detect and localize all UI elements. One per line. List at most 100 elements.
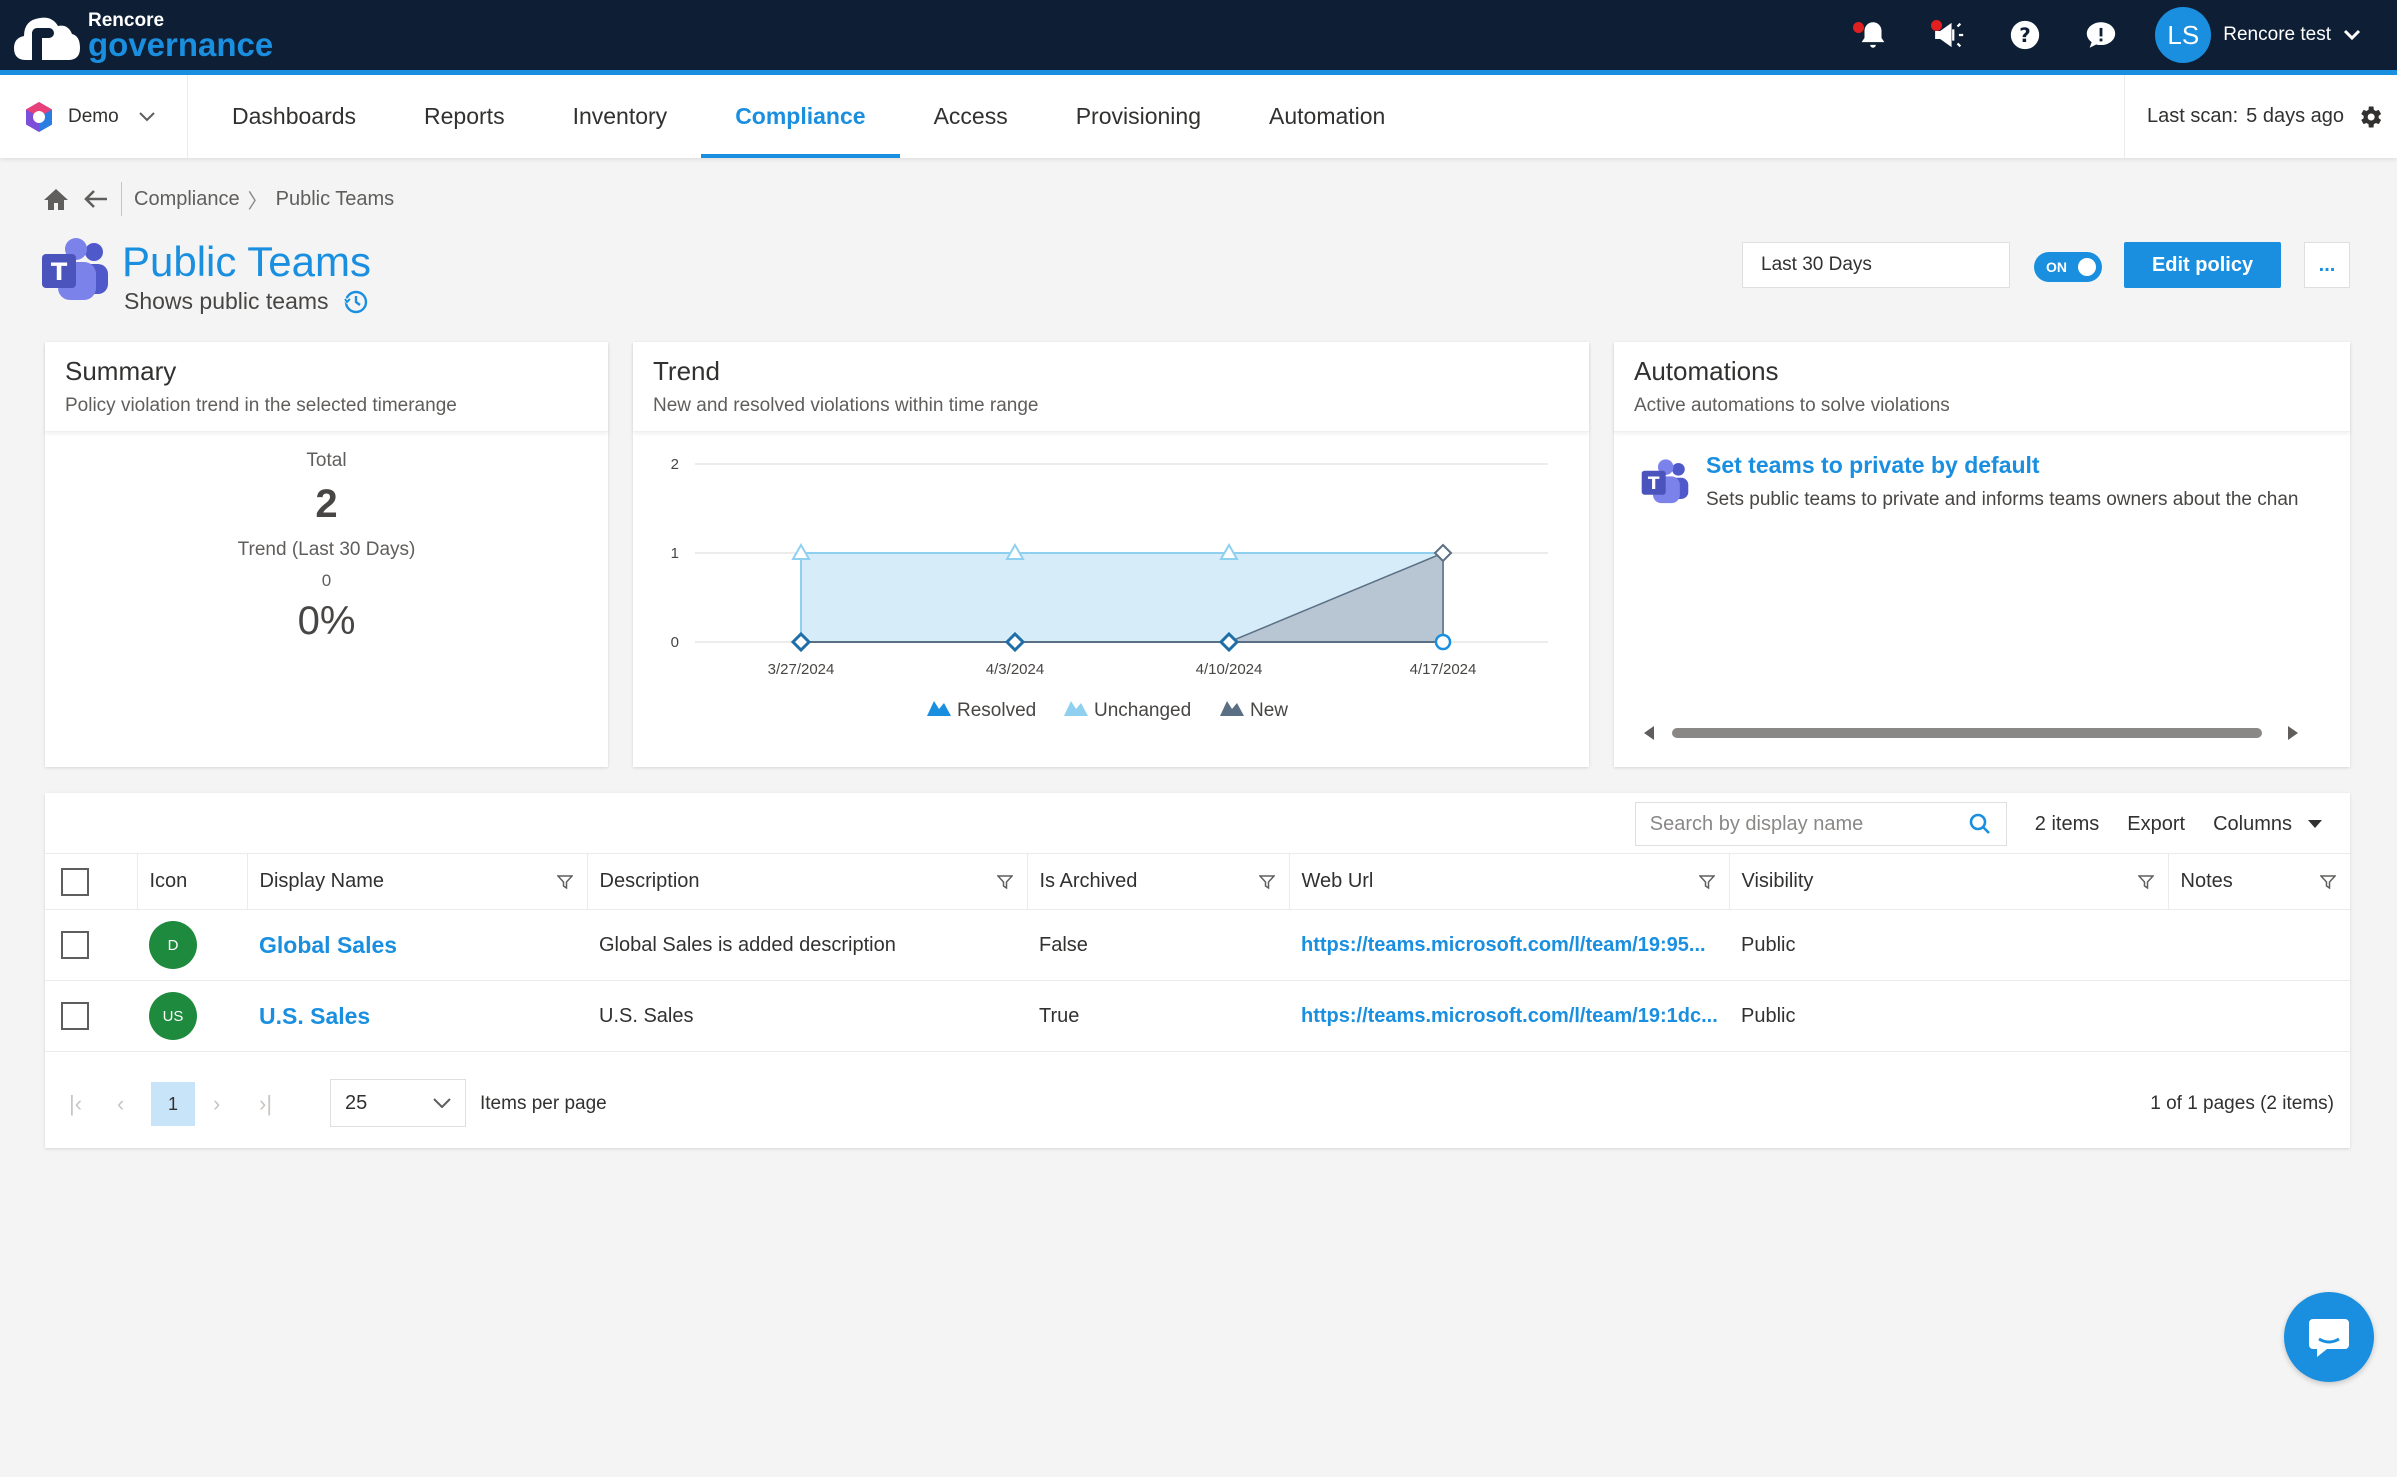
help-icon: ? (2011, 20, 2040, 50)
first-page-icon[interactable]: |‹ (69, 1091, 82, 1117)
x-tick-label: 3/27/2024 (768, 661, 835, 678)
gear-icon[interactable] (2356, 103, 2384, 131)
help-button[interactable]: ? (1987, 0, 2063, 70)
tenant-name: Demo (68, 105, 119, 127)
automations-scrollbar[interactable] (1644, 723, 2314, 741)
page-subtitle: Shows public teams (124, 288, 369, 315)
announcements-button[interactable] (1911, 0, 1987, 70)
history-icon[interactable] (342, 289, 369, 315)
header-visibility[interactable]: Visibility (1729, 853, 2169, 910)
filter-icon[interactable] (1698, 874, 1715, 890)
legend-icon (927, 701, 951, 716)
last-scan: Last scan: 5 days ago (2124, 75, 2397, 158)
search-icon[interactable] (1968, 812, 1992, 836)
page-size-select[interactable]: 25 (330, 1079, 466, 1127)
breadcrumb-compliance[interactable]: Compliance (134, 188, 240, 211)
more-options-button[interactable]: ... (2304, 242, 2350, 288)
trend-value: 0 (321, 571, 332, 590)
scroll-left-icon[interactable] (1644, 726, 1654, 740)
user-name: Rencore test (2223, 24, 2331, 45)
filter-icon[interactable] (1258, 874, 1275, 890)
current-page-button[interactable]: 1 (151, 1082, 195, 1126)
tab-provisioning[interactable]: Provisioning (1042, 75, 1235, 158)
header-description[interactable]: Description (587, 853, 1028, 910)
user-menu[interactable]: LS Rencore test (2155, 7, 2361, 63)
tab-inventory[interactable]: Inventory (539, 75, 702, 158)
notifications-button[interactable] (1835, 0, 1911, 70)
select-all-cell (45, 853, 138, 910)
team-name-link[interactable]: Global Sales (259, 932, 397, 958)
summary-body: Total 2 Trend (Last 30 Days) 0 0% (45, 450, 608, 644)
rencore-logo[interactable]: Rencore governance (12, 8, 273, 64)
chat-button[interactable] (2284, 1292, 2374, 1382)
header-is-archived[interactable]: Is Archived (1027, 853, 1290, 910)
summary-card: Summary Policy violation trend in the se… (45, 342, 608, 767)
toggle-label: ON (2046, 259, 2067, 275)
edit-policy-button[interactable]: Edit policy (2124, 242, 2281, 288)
trend-title: Trend (653, 356, 720, 386)
last-page-icon[interactable]: ›| (259, 1091, 272, 1117)
row-checkbox[interactable] (61, 931, 89, 959)
row-is-archived: True (1027, 980, 1289, 1052)
trend-label: Trend (Last 30 Days) (237, 539, 416, 560)
header-web-url[interactable]: Web Url (1289, 853, 1730, 910)
trend-card: Trend New and resolved violations within… (633, 342, 1589, 767)
grid-toolbar: Search by display name 2 items Export Co… (1634, 801, 2350, 847)
export-button[interactable]: Export (2127, 813, 2185, 836)
header-icon[interactable]: Icon (137, 853, 248, 910)
team-url-link[interactable]: https://teams.microsoft.com/l/team/19:95… (1301, 934, 1706, 956)
next-page-icon[interactable]: › (213, 1091, 220, 1117)
table-row[interactable]: US U.S. Sales U.S. Sales True https://te… (45, 980, 2350, 1052)
automation-item[interactable]: T Set teams to private by default Sets p… (1614, 432, 2350, 511)
time-range-select[interactable]: Last 30 Days (1742, 242, 2010, 288)
summary-header: Summary Policy violation trend in the se… (45, 342, 608, 432)
row-notes (2168, 909, 2350, 981)
home-icon[interactable] (43, 187, 69, 211)
row-visibility: Public (1729, 980, 2168, 1052)
team-avatar: D (149, 921, 197, 969)
team-url-link[interactable]: https://teams.microsoft.com/l/team/19:1d… (1301, 1005, 1718, 1027)
team-name-link[interactable]: U.S. Sales (259, 1003, 370, 1029)
tab-compliance[interactable]: Compliance (701, 75, 900, 158)
x-tick-label: 4/3/2024 (986, 661, 1044, 678)
back-arrow-icon[interactable] (83, 188, 109, 210)
row-select-cell (45, 909, 137, 981)
policy-toggle[interactable]: ON (2034, 252, 2102, 282)
filter-icon[interactable] (996, 874, 1013, 890)
header-notes-label: Notes (2180, 870, 2233, 892)
filter-icon[interactable] (2320, 874, 2336, 890)
trend-chart: 0 1 2 3/27/2024 4/3/2024 4/10/2024 4/17/2024 Re… (671, 456, 1548, 721)
tab-access[interactable]: Access (900, 75, 1042, 158)
page-subtitle-text: Shows public teams (124, 288, 329, 314)
y-tick-label: 2 (671, 456, 679, 473)
filter-icon[interactable] (2137, 874, 2154, 890)
tab-dashboards[interactable]: Dashboards (198, 75, 390, 158)
tab-automation[interactable]: Automation (1235, 75, 1419, 158)
feedback-icon (2087, 22, 2116, 48)
prev-page-icon[interactable]: ‹ (117, 1091, 124, 1117)
header-notes[interactable]: Notes (2168, 853, 2350, 910)
search-placeholder: Search by display name (1649, 812, 1864, 835)
grid-table: Icon Display Name Description Is Archive… (45, 853, 2350, 1052)
columns-button[interactable]: Columns (2213, 813, 2322, 836)
automation-title[interactable]: Set teams to private by default (1706, 452, 2326, 479)
brand-name: Rencore governance (88, 11, 273, 61)
x-tick-label: 4/17/2024 (1410, 661, 1477, 678)
feedback-button[interactable] (2063, 0, 2139, 70)
row-visibility: Public (1729, 909, 2168, 981)
header-display-name-label: Display Name (259, 870, 384, 892)
main-nav: Demo Dashboards Reports Inventory Compli… (0, 75, 2397, 158)
table-row[interactable]: D Global Sales Global Sales is added des… (45, 909, 2350, 981)
top-actions: ? LS Rencore test (1835, 0, 2397, 70)
tenant-switcher[interactable]: Demo (0, 75, 188, 158)
pager: |‹ ‹ 1 › ›| 25 Items per page 1 of 1 pag… (45, 1079, 2350, 1129)
row-checkbox[interactable] (61, 1002, 89, 1030)
select-all-checkbox[interactable] (61, 867, 89, 896)
filter-icon[interactable] (556, 874, 573, 890)
search-input[interactable]: Search by display name (1634, 802, 2007, 846)
header-display-name[interactable]: Display Name (247, 853, 588, 910)
scrollbar-thumb[interactable] (1672, 728, 2262, 738)
scroll-right-icon[interactable] (2288, 726, 2298, 740)
tab-reports[interactable]: Reports (390, 75, 539, 158)
items-per-page-label: Items per page (480, 1093, 607, 1114)
